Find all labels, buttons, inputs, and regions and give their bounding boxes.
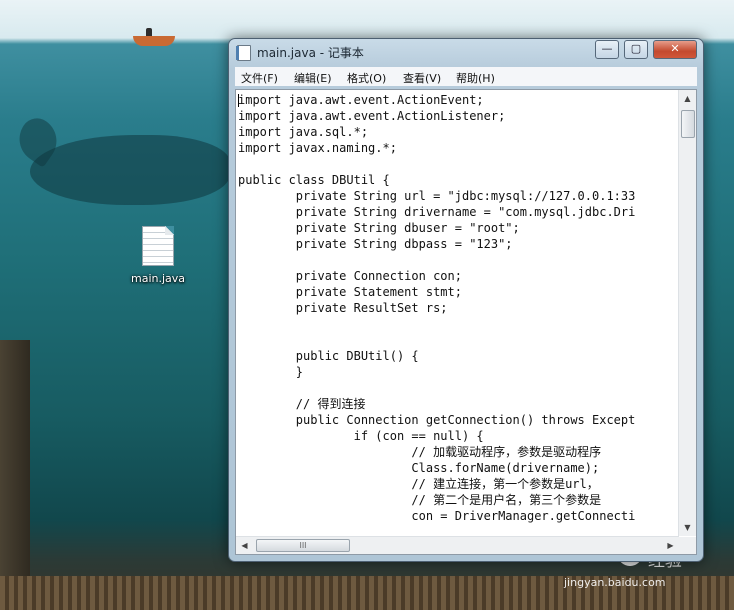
vertical-scroll-thumb[interactable] xyxy=(681,110,695,138)
window-title: main.java - 记事本 xyxy=(257,46,364,60)
menu-view[interactable]: 查看(V) xyxy=(403,70,441,86)
menu-file[interactable]: 文件(F) xyxy=(241,70,278,86)
scroll-left-icon[interactable]: ◀ xyxy=(236,537,253,554)
text-file-icon xyxy=(142,226,174,266)
resize-grip-icon[interactable] xyxy=(679,537,696,554)
whale-silhouette xyxy=(30,135,230,205)
scroll-up-icon[interactable]: ▲ xyxy=(679,90,696,107)
desktop-file-main-java[interactable]: main.java xyxy=(122,226,194,285)
desktop-file-label: main.java xyxy=(130,272,186,285)
text-cursor xyxy=(238,94,239,107)
scroll-right-icon[interactable]: ▶ xyxy=(662,537,679,554)
horizontal-scroll-thumb[interactable]: III xyxy=(256,539,350,552)
title-bar[interactable]: main.java - 记事本 — ▢ ✕ xyxy=(229,39,703,63)
pier xyxy=(0,340,30,610)
minimize-button[interactable]: — xyxy=(595,40,619,59)
vertical-scrollbar[interactable]: ▲ ▼ xyxy=(678,90,696,536)
notepad-icon[interactable] xyxy=(236,45,251,61)
maximize-button[interactable]: ▢ xyxy=(624,40,648,59)
menu-bar: 文件(F) 编辑(E) 格式(O) 查看(V) 帮助(H) xyxy=(235,67,697,86)
boat xyxy=(133,36,175,46)
notepad-window: main.java - 记事本 — ▢ ✕ 文件(F) 编辑(E) 格式(O) … xyxy=(228,38,704,562)
menu-format[interactable]: 格式(O) xyxy=(347,70,386,86)
menu-edit[interactable]: 编辑(E) xyxy=(294,70,332,86)
scroll-down-icon[interactable]: ▼ xyxy=(679,519,696,536)
horizontal-scrollbar[interactable]: ◀ III ▶ xyxy=(236,536,679,554)
editor-text[interactable]: import java.awt.event.ActionEvent; impor… xyxy=(238,92,678,532)
close-button[interactable]: ✕ xyxy=(653,40,697,59)
menu-help[interactable]: 帮助(H) xyxy=(456,70,495,86)
text-editor-area[interactable]: import java.awt.event.ActionEvent; impor… xyxy=(235,89,697,555)
watermark-url: jingyan.baidu.com xyxy=(564,576,666,589)
